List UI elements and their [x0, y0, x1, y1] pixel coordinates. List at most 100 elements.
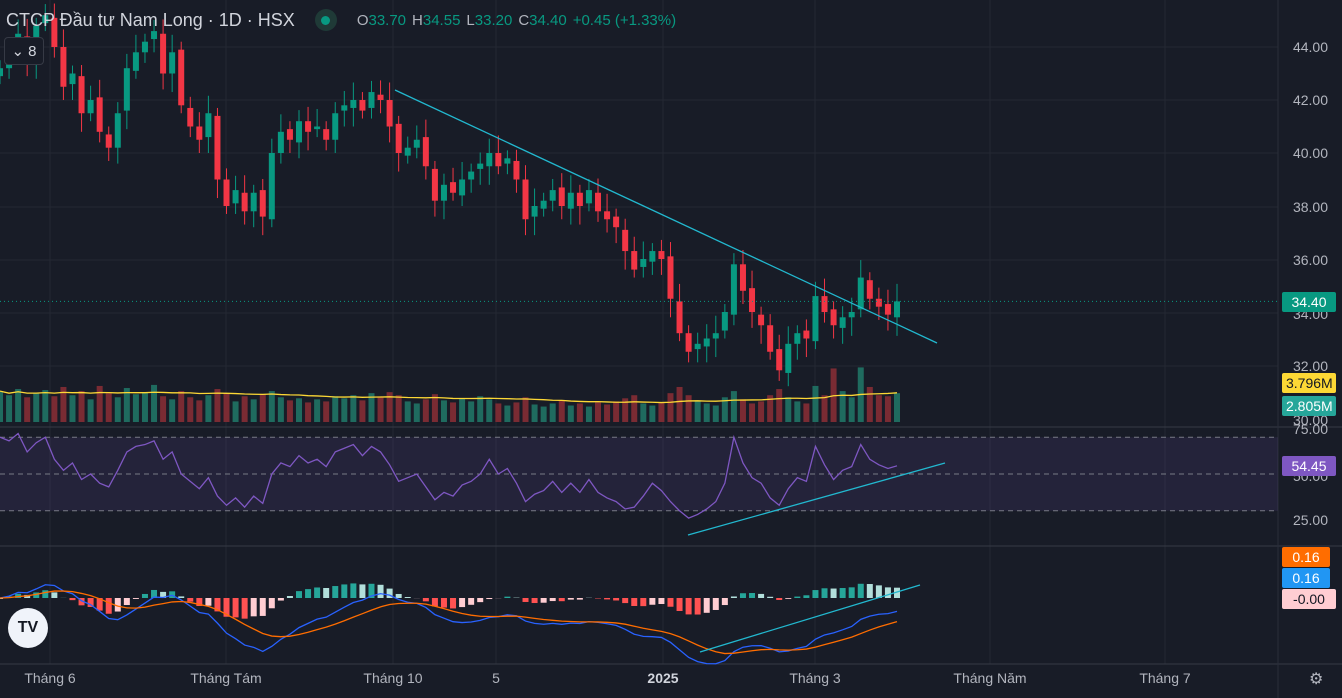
macd-histogram-bar — [658, 598, 665, 604]
candle-body — [631, 251, 638, 270]
volume-bar — [259, 394, 266, 422]
volume-bar — [286, 400, 293, 422]
candle-body — [812, 296, 819, 342]
macd-histogram-bar — [314, 587, 321, 598]
candle-body — [422, 137, 429, 167]
volume-bar — [640, 403, 647, 422]
indicators-collapse-button[interactable]: ⌄ 8 — [4, 37, 44, 65]
macd-histogram-bar — [712, 598, 719, 610]
indicator-count: 8 — [28, 42, 37, 60]
candle-body — [658, 251, 665, 259]
candle-body — [232, 190, 239, 204]
candle-body — [758, 314, 765, 326]
candle-body — [323, 129, 330, 140]
price-tick: 38.00 — [1292, 199, 1328, 215]
volume-bar — [821, 395, 828, 422]
volume-bar — [323, 401, 330, 422]
last-price-tag: 34.40 — [1282, 292, 1336, 312]
macd-histogram-bar — [839, 588, 846, 598]
volume-bar — [277, 397, 284, 422]
candle-body — [703, 338, 710, 347]
candle-body — [404, 147, 411, 156]
volume-bar — [585, 406, 592, 422]
macd-histogram-bar — [178, 596, 185, 598]
candle-body — [776, 349, 783, 371]
volume-bar — [794, 401, 801, 422]
candle-body — [513, 160, 520, 180]
macd-histogram-bar — [884, 587, 891, 598]
volume-bar — [132, 394, 139, 422]
macd-histogram-bar — [703, 598, 710, 613]
price-tick: 40.00 — [1292, 145, 1328, 161]
time-tick: Tháng Năm — [953, 670, 1027, 686]
volume-bar — [105, 393, 112, 422]
volume-bar — [350, 395, 357, 422]
symbol-title[interactable]: CTCP Đầu tư Nam Long · 1D · HSX — [6, 10, 295, 31]
volume-bar — [33, 393, 40, 422]
volume-tag: 2.805M — [1282, 396, 1336, 416]
candle-body — [504, 158, 511, 164]
volume-bar — [169, 399, 176, 422]
candle-body — [459, 179, 466, 196]
volume-bar — [395, 395, 402, 422]
volume-bar — [730, 391, 737, 422]
candle-body — [739, 264, 746, 291]
macd-histogram-bar — [377, 584, 384, 598]
macd-histogram-bar — [132, 598, 139, 599]
candle-body — [613, 216, 620, 228]
macd-histogram-bar — [875, 585, 882, 598]
candle-body — [395, 123, 402, 153]
macd-histogram-bar — [468, 598, 475, 605]
candle-body — [178, 49, 185, 106]
macd-histogram-bar — [504, 596, 511, 598]
volume-bar — [667, 393, 674, 422]
macd-histogram-bar — [866, 584, 873, 598]
macd-histogram-bar — [277, 598, 284, 601]
candle-body — [431, 168, 438, 201]
candle-body — [721, 312, 728, 331]
candle-body — [440, 184, 447, 201]
macd-signal-line — [0, 590, 898, 655]
candle-body — [649, 251, 656, 262]
candle-body — [685, 333, 692, 352]
volume-bar — [341, 398, 348, 422]
candle-body — [78, 76, 85, 114]
volume-bar — [631, 395, 638, 422]
candle-body — [767, 325, 774, 352]
candle-body — [622, 229, 629, 252]
candle-body — [268, 153, 275, 220]
change-value: +0.45 (+1.33%) — [572, 11, 677, 29]
candle-body — [241, 192, 248, 212]
volume-bar — [558, 400, 565, 422]
volume-bar — [776, 389, 783, 422]
chart-canvas[interactable] — [0, 0, 1342, 698]
candle-body — [368, 92, 375, 108]
market-status-icon[interactable] — [314, 9, 337, 31]
volume-bar — [613, 401, 620, 422]
settings-gear-icon[interactable]: ⚙ — [1309, 669, 1323, 689]
volume-bar — [422, 399, 429, 422]
volume-bar — [223, 393, 230, 422]
volume-bar — [24, 397, 31, 422]
macd-histogram-bar — [477, 598, 484, 603]
macd-histogram-bar — [105, 598, 112, 614]
open-label: O — [356, 11, 369, 29]
price-tick: 42.00 — [1292, 92, 1328, 108]
rsi-tick: 25.00 — [1292, 512, 1328, 528]
volume-bar — [404, 401, 411, 422]
macd-histogram-bar — [694, 598, 701, 615]
macd-signal-tag: 0.16 — [1282, 547, 1330, 567]
macd-histogram-bar — [141, 593, 148, 598]
macd-histogram-bar — [259, 598, 266, 616]
candle-body — [558, 187, 565, 206]
candle-body — [286, 129, 293, 140]
time-tick: Tháng 7 — [1139, 670, 1191, 686]
low-value: 33.20 — [474, 11, 513, 29]
candle-body — [839, 317, 846, 328]
volume-bar — [749, 403, 756, 422]
candle-body — [531, 206, 538, 217]
volume-bar — [359, 400, 366, 422]
tradingview-logo[interactable]: TV — [8, 608, 48, 648]
volume-bar — [187, 397, 194, 422]
symbol-header: CTCP Đầu tư Nam Long · 1D · HSX O33.70 H… — [6, 9, 676, 31]
